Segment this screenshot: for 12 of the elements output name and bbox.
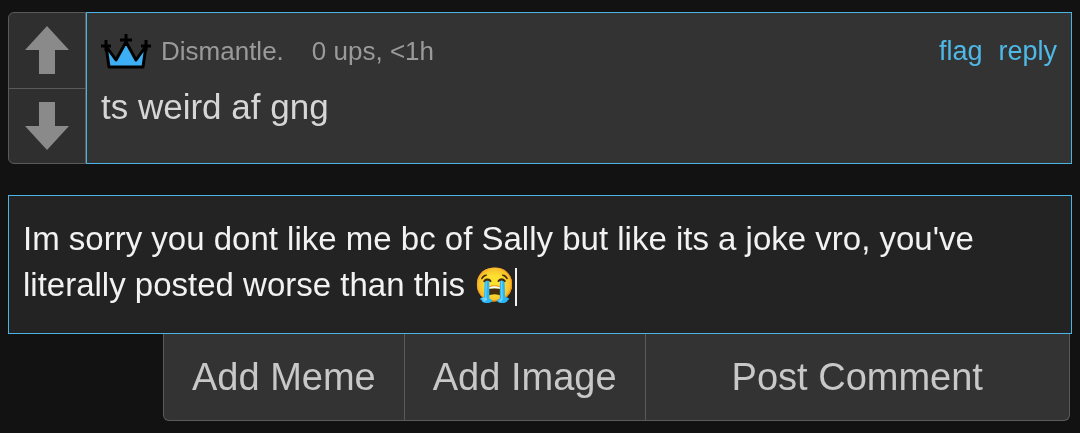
form-button[interactable]: Post Comment (644, 334, 1069, 420)
comment-action-link[interactable]: reply (998, 30, 1057, 72)
down-arrow-icon (25, 101, 69, 150)
comment-action-link[interactable]: flag (938, 30, 983, 72)
crown-icon (101, 32, 151, 70)
username[interactable]: Dismantle. (161, 31, 284, 71)
up-arrow-icon (25, 26, 69, 75)
form-button[interactable]: Add Image (403, 334, 645, 420)
comment-meta: 0 ups, <1h (311, 34, 434, 68)
comment-input[interactable]: Im sorry you dont like me bc of Sally but like its a joke vro, you've literally posted worse than this 😭 (8, 195, 1072, 334)
comment-body: ts weird af gng (101, 86, 330, 128)
form-button[interactable]: Add Meme (164, 334, 404, 420)
